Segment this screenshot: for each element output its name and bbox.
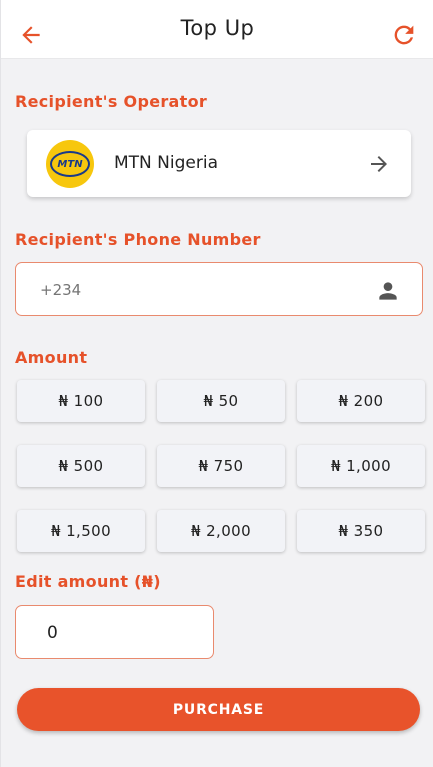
refresh-button[interactable] [388, 19, 420, 51]
amount-option-500[interactable]: ₦ 500 [17, 445, 145, 487]
amount-label: Amount [15, 348, 88, 367]
purchase-button[interactable]: PURCHASE [17, 688, 420, 731]
edit-amount-input[interactable] [47, 621, 197, 645]
top-up-screen: Top Up Recipient's Operator MTN MTN Nige… [0, 0, 433, 767]
mtn-logo-text: MTN [50, 151, 90, 177]
app-header: Top Up [1, 0, 433, 59]
amount-option-750[interactable]: ₦ 750 [157, 445, 285, 487]
amount-option-1000[interactable]: ₦ 1,000 [297, 445, 425, 487]
phone-label: Recipient's Phone Number [15, 230, 261, 249]
phone-input[interactable] [40, 278, 340, 302]
operator-label: Recipient's Operator [15, 92, 208, 111]
amount-option-1500[interactable]: ₦ 1,500 [17, 510, 145, 552]
edit-amount-label: Edit amount (₦) [15, 572, 161, 591]
refresh-icon [394, 25, 414, 45]
amount-option-100[interactable]: ₦ 100 [17, 380, 145, 422]
amount-option-200[interactable]: ₦ 200 [297, 380, 425, 422]
operator-name: MTN Nigeria [114, 153, 218, 173]
phone-field [15, 262, 423, 316]
person-icon[interactable] [375, 278, 401, 304]
mtn-logo: MTN [46, 140, 94, 188]
amount-option-350[interactable]: ₦ 350 [297, 510, 425, 552]
amount-option-2000[interactable]: ₦ 2,000 [157, 510, 285, 552]
edit-amount-field [15, 605, 214, 659]
amount-option-50[interactable]: ₦ 50 [157, 380, 285, 422]
arrow-right-icon [371, 156, 387, 172]
page-title: Top Up [180, 16, 255, 40]
operator-selector[interactable]: MTN MTN Nigeria [27, 130, 411, 197]
